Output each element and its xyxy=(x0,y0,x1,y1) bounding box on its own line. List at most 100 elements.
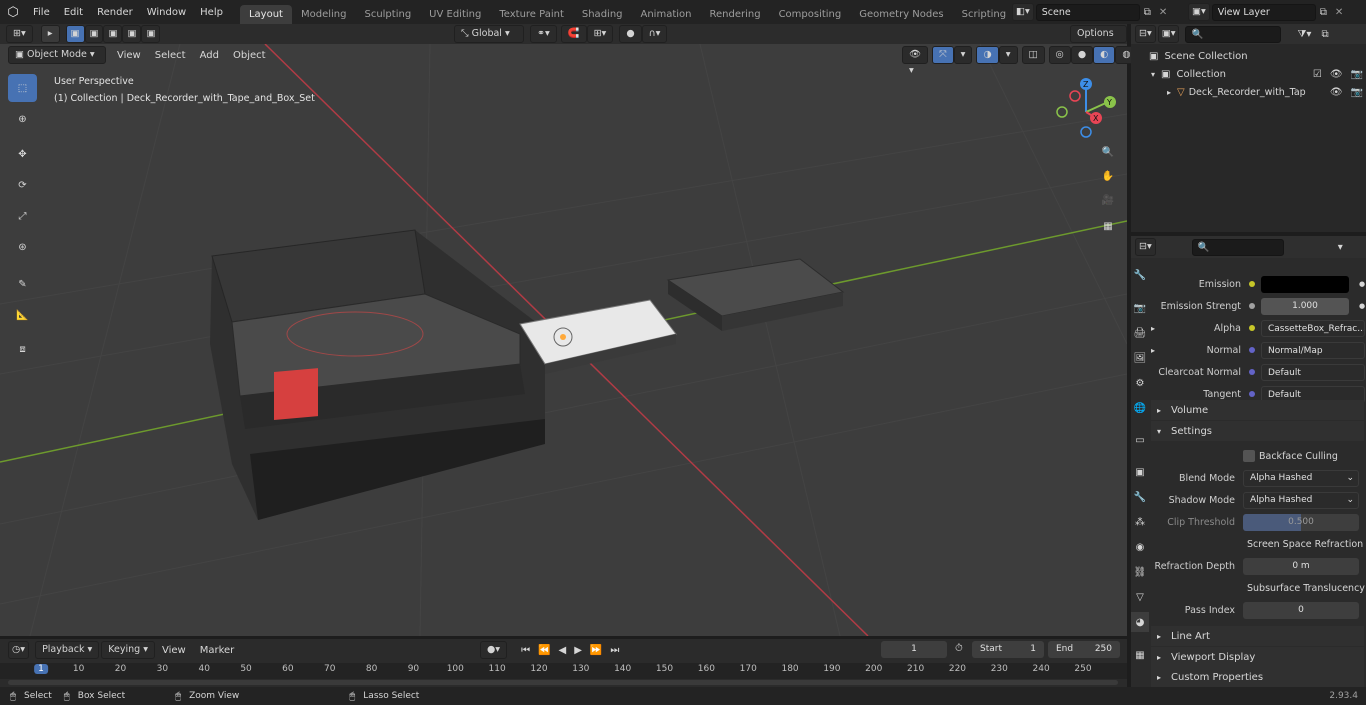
playback-dropdown[interactable]: Playback ▾ xyxy=(35,641,100,659)
jump-keyframe-forward-icon[interactable]: ⏩ xyxy=(590,645,602,656)
tab-layout[interactable]: Layout xyxy=(239,5,292,24)
tool-tab-icon[interactable]: 🔧 xyxy=(1131,265,1149,285)
viewport-display-section-header[interactable]: ▸ Viewport Display xyxy=(1151,647,1364,667)
properties-editor-type-icon[interactable]: ⊟▾ xyxy=(1135,238,1156,256)
outliner-scene-collection[interactable]: ▣ Scene Collection xyxy=(1149,48,1248,64)
new-collection-icon[interactable]: ⧉ xyxy=(1321,29,1328,40)
3d-viewport[interactable]: User Perspective (1) Collection | Deck_R… xyxy=(0,44,1127,636)
outliner-search-input[interactable]: 🔍 xyxy=(1185,25,1282,43)
tab-shading[interactable]: Shading xyxy=(573,5,632,24)
view-layer-browse-icon[interactable]: ▣▾ xyxy=(1188,3,1210,21)
scene-tab-icon[interactable]: ⚙ xyxy=(1131,373,1149,393)
pivot-icon[interactable]: ⚭▾ xyxy=(530,25,557,43)
overlay-toggle-icon[interactable]: ◑ xyxy=(976,46,999,64)
scene-close-icon[interactable]: ✕ xyxy=(1159,7,1167,18)
properties-options-icon[interactable]: ▾ xyxy=(1338,242,1343,253)
timeline-menu-view[interactable]: View xyxy=(155,645,193,656)
navigation-gizmo[interactable]: Z Y X xyxy=(1050,72,1122,144)
constraints-tab-icon[interactable]: ⛓ xyxy=(1131,562,1149,582)
timeline-ruler[interactable]: 1 10 20 30 40 50 60 70 80 90 100 110 120 130 140 150 160… xyxy=(0,663,1127,679)
jump-end-icon[interactable]: ⏭ xyxy=(610,645,619,656)
normal-socket-icon[interactable] xyxy=(1249,347,1255,353)
world-tab-icon[interactable]: 🌐 xyxy=(1131,398,1149,418)
options-button[interactable]: Options ▾ xyxy=(1070,25,1127,55)
tab-geometry-nodes[interactable]: Geometry Nodes xyxy=(850,5,952,24)
outliner-collection-row[interactable]: ▾ ▣ Collection ☑ 👁 📷 xyxy=(1151,66,1363,82)
view-layer-tab-icon[interactable]: 🖼 xyxy=(1131,348,1149,368)
menu-window[interactable]: Window xyxy=(140,7,193,18)
falloff-icon[interactable]: ∩▾ xyxy=(641,25,668,43)
camera-view-icon[interactable]: 🎥 xyxy=(1097,189,1119,211)
view-layer-field[interactable]: View Layer xyxy=(1211,3,1316,21)
emission-strength-field[interactable]: 1.000 xyxy=(1261,297,1349,315)
screen-space-refraction-checkbox[interactable]: Screen Space Refraction xyxy=(1243,533,1363,555)
outliner-object-row[interactable]: ▸ ▽ Deck_Recorder_with_Tap 👁 📷 xyxy=(1167,84,1363,100)
outliner-display-mode-icon[interactable]: ▣▾ xyxy=(1157,25,1180,43)
collection-eye-icon[interactable]: 👁 xyxy=(1330,69,1343,80)
scene-new-icon[interactable]: ⧉ xyxy=(1144,7,1151,18)
annotate-tool-icon[interactable]: ✎ xyxy=(8,270,37,298)
blend-mode-dropdown[interactable]: Alpha Hashed ⌄ xyxy=(1243,469,1359,487)
pan-hand-icon[interactable]: ✋ xyxy=(1097,165,1119,187)
mode-intersect-icon[interactable]: ▣ xyxy=(141,25,161,43)
end-frame-field[interactable]: End 250 xyxy=(1048,641,1120,658)
solid-shading-icon[interactable]: ● xyxy=(1070,46,1094,64)
alpha-link-field[interactable]: CassetteBox_Refrac... xyxy=(1261,319,1365,337)
subsurface-translucency-checkbox[interactable]: Subsurface Translucency xyxy=(1243,577,1365,599)
object-eye-icon[interactable]: 👁 xyxy=(1330,87,1343,98)
timeline-menu-marker[interactable]: Marker xyxy=(193,645,242,656)
output-tab-icon[interactable]: 🖨 xyxy=(1131,323,1149,343)
modifier-tab-icon[interactable]: 🔧 xyxy=(1131,487,1149,507)
object-expand-icon[interactable]: ▸ xyxy=(1167,88,1171,97)
menu-edit[interactable]: Edit xyxy=(57,7,90,18)
add-cube-tool-icon[interactable]: ⧈ xyxy=(8,335,37,363)
visibility-icon[interactable]: 👁▾ xyxy=(902,46,929,76)
alpha-socket-icon[interactable] xyxy=(1249,325,1255,331)
clearcoat-socket-icon[interactable] xyxy=(1249,369,1255,375)
viewport-menu-select[interactable]: Select xyxy=(148,50,193,61)
normal-link-field[interactable]: Normal/Map xyxy=(1261,341,1365,359)
menu-file[interactable]: File xyxy=(26,7,57,18)
emission-strength-keyframe-icon[interactable]: ● xyxy=(1359,302,1365,310)
select-box-tool[interactable]: ⬚ xyxy=(8,74,37,102)
emission-color-field[interactable] xyxy=(1261,275,1349,293)
move-tool-icon[interactable]: ✥ xyxy=(8,140,37,168)
data-tab-icon[interactable]: ▽ xyxy=(1131,587,1149,607)
tangent-socket-icon[interactable] xyxy=(1249,391,1255,397)
material-shading-icon[interactable]: ◐ xyxy=(1093,46,1116,64)
scene-browse-icon[interactable]: ◧▾ xyxy=(1012,3,1034,21)
transform-tool-icon[interactable]: ⊛ xyxy=(8,233,37,261)
tab-rendering[interactable]: Rendering xyxy=(700,5,769,24)
collection-expand-icon[interactable]: ▾ xyxy=(1151,70,1155,79)
jump-keyframe-back-icon[interactable]: ⏪ xyxy=(538,645,550,656)
play-reverse-icon[interactable]: ◀ xyxy=(559,645,567,656)
gizmo-dropdown-icon[interactable]: ▾ xyxy=(953,46,973,64)
line-art-section-header[interactable]: ▸ Line Art xyxy=(1151,626,1364,646)
mode-difference-icon[interactable]: ▣ xyxy=(122,25,142,43)
view-layer-new-icon[interactable]: ⧉ xyxy=(1320,7,1327,18)
filter-icon[interactable]: ⧩▾ xyxy=(1297,29,1311,40)
outliner-editor-type-icon[interactable]: ⊟▾ xyxy=(1135,25,1156,43)
zoom-icon[interactable]: 🔍 xyxy=(1097,141,1119,163)
physics-tab-icon[interactable]: ◉ xyxy=(1131,537,1149,557)
tab-animation[interactable]: Animation xyxy=(632,5,701,24)
shadow-mode-dropdown[interactable]: Alpha Hashed ⌄ xyxy=(1243,491,1359,509)
blender-logo-icon[interactable]: ⬡ xyxy=(0,5,26,20)
viewport-menu-view[interactable]: View xyxy=(110,50,148,61)
object-tab-icon[interactable]: ▣ xyxy=(1131,462,1149,482)
tab-modeling[interactable]: Modeling xyxy=(292,5,356,24)
object-camera-icon[interactable]: 📷 xyxy=(1351,87,1363,98)
overlay-dropdown-icon[interactable]: ▾ xyxy=(998,46,1018,64)
timeline-scrollbar[interactable] xyxy=(8,680,1118,685)
scale-tool-icon[interactable]: ⤢ xyxy=(8,202,37,230)
preview-range-icon[interactable]: ⏱ xyxy=(955,643,963,654)
material-tab-icon[interactable]: ◕ xyxy=(1131,612,1149,632)
clip-threshold-slider[interactable]: 0.500 xyxy=(1243,513,1359,531)
texture-tab-icon[interactable]: ▦ xyxy=(1131,645,1149,665)
start-frame-field[interactable]: Start 1 xyxy=(972,641,1044,658)
tab-uv-editing[interactable]: UV Editing xyxy=(420,5,490,24)
rotate-tool-icon[interactable]: ⟳ xyxy=(8,171,37,199)
xray-icon[interactable]: ◫ xyxy=(1021,46,1045,64)
alpha-expand-icon[interactable]: ▸ xyxy=(1151,324,1171,333)
object-mode-dropdown[interactable]: ▣ Object Mode ▾ xyxy=(8,46,106,64)
